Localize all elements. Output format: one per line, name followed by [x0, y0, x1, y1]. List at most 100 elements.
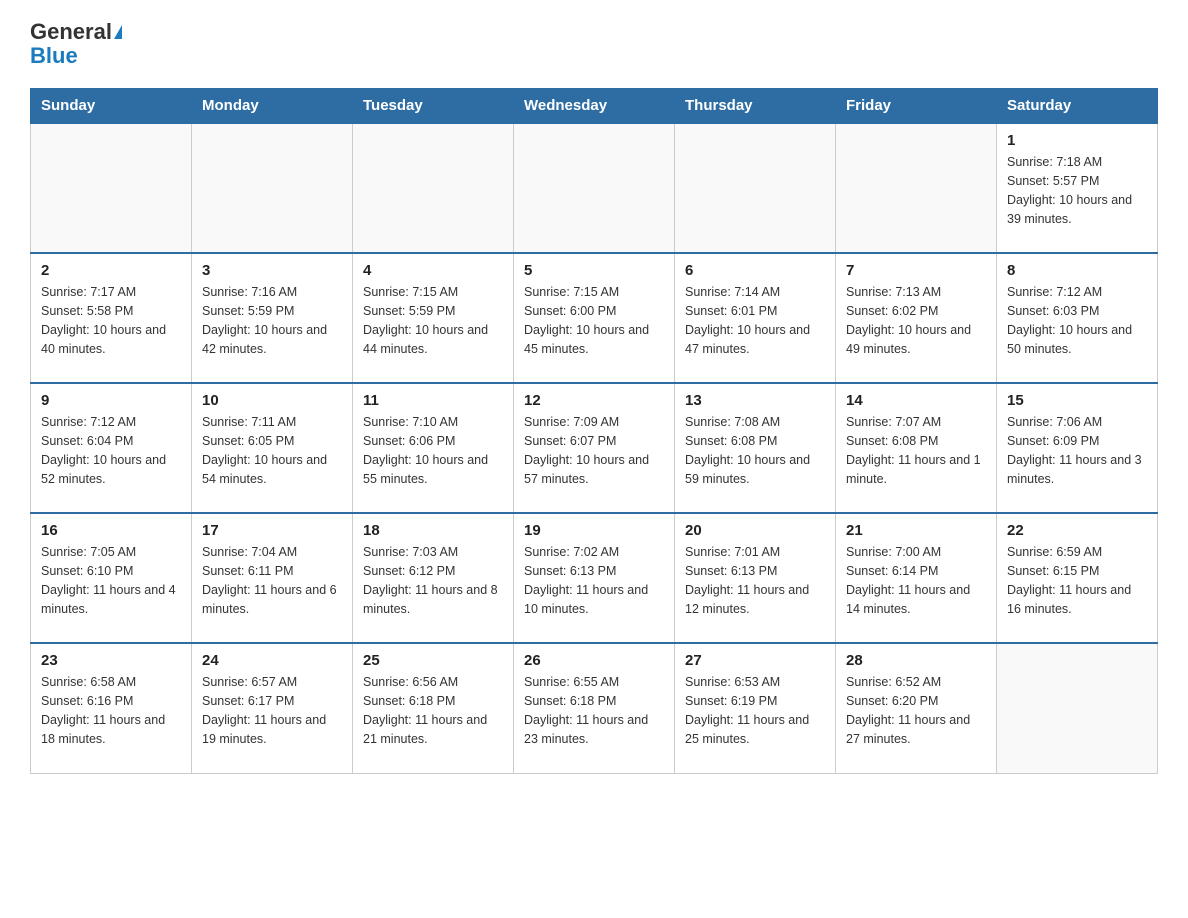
day-number: 9 — [41, 392, 181, 409]
calendar-day-cell: 21 Sunrise: 7:00 AMSunset: 6:14 PMDayligh… — [836, 513, 997, 643]
day-number: 5 — [524, 262, 664, 279]
calendar-table: SundayMondayTuesdayWednesdayThursdayFrid… — [30, 88, 1158, 774]
calendar-day-cell: 23 Sunrise: 6:58 AMSunset: 6:16 PMDayligh… — [31, 643, 192, 773]
day-number: 27 — [685, 652, 825, 669]
calendar-day-cell: 28 Sunrise: 6:52 AMSunset: 6:20 PMDayligh… — [836, 643, 997, 773]
day-sun-info: Sunrise: 7:02 AMSunset: 6:13 PMDaylight:… — [524, 543, 664, 618]
day-number: 7 — [846, 262, 986, 279]
day-number: 11 — [363, 392, 503, 409]
day-of-week-header: Thursday — [675, 89, 836, 124]
calendar-day-cell — [675, 123, 836, 253]
day-sun-info: Sunrise: 7:14 AMSunset: 6:01 PMDaylight:… — [685, 283, 825, 358]
calendar-day-cell — [836, 123, 997, 253]
calendar-day-cell: 27 Sunrise: 6:53 AMSunset: 6:19 PMDayligh… — [675, 643, 836, 773]
day-number: 28 — [846, 652, 986, 669]
calendar-day-cell: 7 Sunrise: 7:13 AMSunset: 6:02 PMDaylight… — [836, 253, 997, 383]
calendar-day-cell: 18Sunrise: 7:03 AMSunset: 6:12 PMDayligh… — [353, 513, 514, 643]
calendar-day-cell: 11 Sunrise: 7:10 AMSunset: 6:06 PMDayligh… — [353, 383, 514, 513]
calendar-week-row: 1Sunrise: 7:18 AMSunset: 5:57 PMDaylight… — [31, 123, 1158, 253]
day-number: 13 — [685, 392, 825, 409]
day-sun-info: Sunrise: 6:55 AMSunset: 6:18 PMDaylight:… — [524, 673, 664, 748]
day-sun-info: Sunrise: 6:59 AMSunset: 6:15 PMDaylight:… — [1007, 543, 1147, 618]
day-number: 6 — [685, 262, 825, 279]
day-of-week-header: Friday — [836, 89, 997, 124]
calendar-day-cell: 14 Sunrise: 7:07 AMSunset: 6:08 PMDayligh… — [836, 383, 997, 513]
day-sun-info: Sunrise: 7:06 AMSunset: 6:09 PMDaylight:… — [1007, 413, 1147, 488]
day-sun-info: Sunrise: 7:01 AMSunset: 6:13 PMDaylight:… — [685, 543, 825, 618]
day-sun-info: Sunrise: 7:17 AMSunset: 5:58 PMDaylight:… — [41, 283, 181, 358]
calendar-day-cell: 20 Sunrise: 7:01 AMSunset: 6:13 PMDayligh… — [675, 513, 836, 643]
day-sun-info: Sunrise: 6:58 AMSunset: 6:16 PMDaylight:… — [41, 673, 181, 748]
day-number: 14 — [846, 392, 986, 409]
day-number: 16 — [41, 522, 181, 539]
calendar-header-row: SundayMondayTuesdayWednesdayThursdayFrid… — [31, 89, 1158, 124]
day-number: 19 — [524, 522, 664, 539]
calendar-week-row: 2 Sunrise: 7:17 AMSunset: 5:58 PMDaylight… — [31, 253, 1158, 383]
calendar-day-cell — [353, 123, 514, 253]
day-number: 2 — [41, 262, 181, 279]
day-sun-info: Sunrise: 7:03 AMSunset: 6:12 PMDaylight:… — [363, 543, 503, 618]
day-of-week-header: Monday — [192, 89, 353, 124]
calendar-day-cell: 5 Sunrise: 7:15 AMSunset: 6:00 PMDaylight… — [514, 253, 675, 383]
day-sun-info: Sunrise: 7:15 AMSunset: 6:00 PMDaylight:… — [524, 283, 664, 358]
calendar-week-row: 23 Sunrise: 6:58 AMSunset: 6:16 PMDayligh… — [31, 643, 1158, 773]
day-sun-info: Sunrise: 6:57 AMSunset: 6:17 PMDaylight:… — [202, 673, 342, 748]
calendar-day-cell — [997, 643, 1158, 773]
logo-general-text: General — [30, 20, 112, 44]
logo-blue-text: Blue — [30, 44, 78, 68]
calendar-day-cell — [514, 123, 675, 253]
day-sun-info: Sunrise: 6:52 AMSunset: 6:20 PMDaylight:… — [846, 673, 986, 748]
calendar-day-cell: 8 Sunrise: 7:12 AMSunset: 6:03 PMDaylight… — [997, 253, 1158, 383]
calendar-day-cell — [31, 123, 192, 253]
calendar-day-cell: 3 Sunrise: 7:16 AMSunset: 5:59 PMDaylight… — [192, 253, 353, 383]
day-number: 15 — [1007, 392, 1147, 409]
day-sun-info: Sunrise: 7:16 AMSunset: 5:59 PMDaylight:… — [202, 283, 342, 358]
day-number: 8 — [1007, 262, 1147, 279]
day-sun-info: Sunrise: 7:11 AMSunset: 6:05 PMDaylight:… — [202, 413, 342, 488]
calendar-day-cell: 22 Sunrise: 6:59 AMSunset: 6:15 PMDayligh… — [997, 513, 1158, 643]
calendar-day-cell: 13 Sunrise: 7:08 AMSunset: 6:08 PMDayligh… — [675, 383, 836, 513]
day-sun-info: Sunrise: 7:07 AMSunset: 6:08 PMDaylight:… — [846, 413, 986, 488]
calendar-day-cell — [192, 123, 353, 253]
calendar-day-cell: 25Sunrise: 6:56 AMSunset: 6:18 PMDayligh… — [353, 643, 514, 773]
calendar-day-cell: 24 Sunrise: 6:57 AMSunset: 6:17 PMDayligh… — [192, 643, 353, 773]
day-sun-info: Sunrise: 7:12 AMSunset: 6:03 PMDaylight:… — [1007, 283, 1147, 358]
day-sun-info: Sunrise: 7:05 AMSunset: 6:10 PMDaylight:… — [41, 543, 181, 618]
calendar-day-cell: 9 Sunrise: 7:12 AMSunset: 6:04 PMDaylight… — [31, 383, 192, 513]
calendar-day-cell: 17Sunrise: 7:04 AMSunset: 6:11 PMDayligh… — [192, 513, 353, 643]
day-sun-info: Sunrise: 7:04 AMSunset: 6:11 PMDaylight:… — [202, 543, 342, 618]
day-number: 23 — [41, 652, 181, 669]
logo: General Blue — [30, 20, 122, 68]
day-number: 26 — [524, 652, 664, 669]
day-number: 4 — [363, 262, 503, 279]
day-sun-info: Sunrise: 7:13 AMSunset: 6:02 PMDaylight:… — [846, 283, 986, 358]
day-of-week-header: Wednesday — [514, 89, 675, 124]
day-of-week-header: Tuesday — [353, 89, 514, 124]
page-header: General Blue — [30, 20, 1158, 68]
calendar-day-cell: 1Sunrise: 7:18 AMSunset: 5:57 PMDaylight… — [997, 123, 1158, 253]
day-sun-info: Sunrise: 7:12 AMSunset: 6:04 PMDaylight:… — [41, 413, 181, 488]
day-sun-info: Sunrise: 7:00 AMSunset: 6:14 PMDaylight:… — [846, 543, 986, 618]
calendar-day-cell: 26 Sunrise: 6:55 AMSunset: 6:18 PMDayligh… — [514, 643, 675, 773]
calendar-day-cell: 4Sunrise: 7:15 AMSunset: 5:59 PMDaylight… — [353, 253, 514, 383]
day-sun-info: Sunrise: 7:08 AMSunset: 6:08 PMDaylight:… — [685, 413, 825, 488]
day-number: 10 — [202, 392, 342, 409]
calendar-day-cell: 12Sunrise: 7:09 AMSunset: 6:07 PMDayligh… — [514, 383, 675, 513]
day-number: 24 — [202, 652, 342, 669]
calendar-day-cell: 6 Sunrise: 7:14 AMSunset: 6:01 PMDaylight… — [675, 253, 836, 383]
day-number: 3 — [202, 262, 342, 279]
day-sun-info: Sunrise: 7:10 AMSunset: 6:06 PMDaylight:… — [363, 413, 503, 488]
day-number: 25 — [363, 652, 503, 669]
day-number: 21 — [846, 522, 986, 539]
day-of-week-header: Sunday — [31, 89, 192, 124]
day-number: 22 — [1007, 522, 1147, 539]
calendar-week-row: 9 Sunrise: 7:12 AMSunset: 6:04 PMDaylight… — [31, 383, 1158, 513]
day-sun-info: Sunrise: 6:53 AMSunset: 6:19 PMDaylight:… — [685, 673, 825, 748]
day-number: 20 — [685, 522, 825, 539]
calendar-day-cell: 15 Sunrise: 7:06 AMSunset: 6:09 PMDayligh… — [997, 383, 1158, 513]
logo-triangle-icon — [114, 25, 122, 39]
calendar-day-cell: 19 Sunrise: 7:02 AMSunset: 6:13 PMDayligh… — [514, 513, 675, 643]
calendar-day-cell: 2 Sunrise: 7:17 AMSunset: 5:58 PMDaylight… — [31, 253, 192, 383]
day-number: 12 — [524, 392, 664, 409]
calendar-day-cell: 16 Sunrise: 7:05 AMSunset: 6:10 PMDayligh… — [31, 513, 192, 643]
